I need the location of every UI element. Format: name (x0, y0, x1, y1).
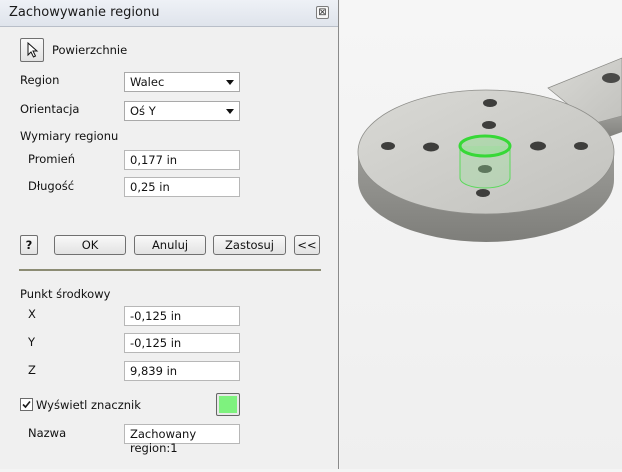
help-button[interactable]: ? (20, 235, 38, 255)
chevron-down-icon (226, 109, 234, 114)
orientation-label: Orientacja (20, 102, 80, 116)
length-input[interactable]: 0,25 in (124, 177, 240, 197)
section-divider (19, 269, 321, 271)
radius-label: Promień (28, 152, 76, 166)
radius-input[interactable]: 0,177 in (124, 150, 240, 170)
checkmark-icon (22, 400, 31, 409)
orientation-dropdown-value: Oś Y (130, 104, 156, 118)
preserve-region-dialog: Zachowywanie regionu ⊠ Powierzchnie Regi… (0, 0, 339, 469)
cursor-arrow-icon (27, 41, 39, 58)
show-marker-label: Wyświetl znacznik (36, 398, 141, 412)
y-input[interactable]: -0,125 in (124, 333, 240, 353)
region-label: Region (20, 73, 60, 87)
center-point-heading: Punkt środkowy (20, 287, 111, 301)
cancel-button[interactable]: Anuluj (134, 235, 206, 255)
x-input[interactable]: -0,125 in (124, 306, 240, 326)
region-dropdown-value: Walec (130, 75, 165, 89)
graphics-viewport[interactable] (340, 0, 622, 469)
surfaces-select-button[interactable] (20, 38, 44, 62)
marker-color-fill (219, 396, 237, 413)
name-input[interactable]: Zachowany region:1 (124, 424, 240, 455)
y-label: Y (28, 335, 36, 349)
z-label: Z (28, 363, 36, 377)
close-icon: ⊠ (318, 7, 327, 18)
dialog-title: Zachowywanie regionu (9, 5, 160, 20)
surfaces-label: Powierzchnie (52, 43, 128, 57)
chevron-down-icon (226, 80, 234, 85)
marker-color-swatch[interactable] (216, 393, 240, 416)
help-icon: ? (25, 238, 33, 252)
apply-button[interactable]: Zastosuj (213, 235, 286, 255)
length-label: Długość (28, 179, 75, 193)
part-model[interactable] (340, 0, 622, 469)
z-input[interactable]: 9,839 in (124, 361, 240, 381)
orientation-dropdown[interactable]: Oś Y (124, 101, 240, 121)
collapse-button[interactable]: << (294, 235, 320, 255)
show-marker-checkbox[interactable] (20, 398, 33, 411)
region-dropdown[interactable]: Walec (124, 72, 240, 92)
ok-button[interactable]: OK (54, 235, 126, 255)
close-button[interactable]: ⊠ (316, 6, 329, 19)
region-dimensions-heading: Wymiary regionu (20, 129, 119, 143)
name-label: Nazwa (28, 426, 67, 440)
x-label: X (28, 307, 36, 321)
dialog-titlebar[interactable]: Zachowywanie regionu ⊠ (0, 0, 338, 27)
preserved-region-highlight (458, 134, 512, 189)
